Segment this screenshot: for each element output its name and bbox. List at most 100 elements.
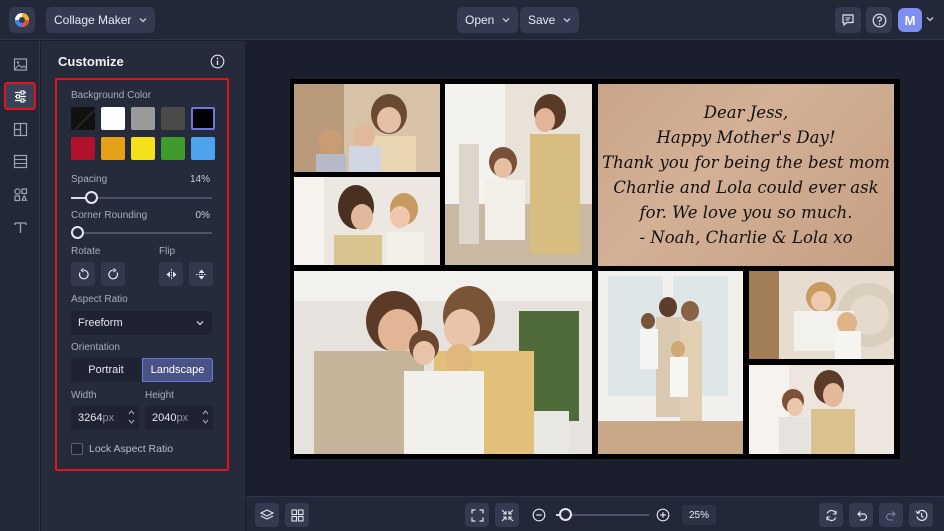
rail-customize-button[interactable] <box>4 82 36 110</box>
help-button[interactable] <box>866 7 892 33</box>
background-color-label: Background Color <box>71 90 152 101</box>
open-label: Open <box>465 13 495 27</box>
corner-slider-track[interactable] <box>71 232 212 234</box>
rail-graphics-button[interactable] <box>8 182 32 206</box>
landscape-button[interactable]: Landscape <box>142 358 213 382</box>
redo-icon <box>885 510 896 521</box>
height-input[interactable]: 2040 px <box>145 406 213 430</box>
rail-layouts-button[interactable] <box>8 117 32 141</box>
lock-aspect-label: Lock Aspect Ratio <box>89 443 174 455</box>
texture-icon <box>13 154 27 168</box>
color-swatch[interactable] <box>71 107 95 130</box>
collage-photo-6[interactable] <box>749 271 894 359</box>
message-note-text: Dear Jess, Happy Mother's Day! Thank you f… <box>602 100 890 250</box>
chevron-down-icon <box>196 321 204 326</box>
chevron-down-icon <box>502 18 510 23</box>
avatar-initial: M <box>904 12 916 28</box>
color-swatch[interactable] <box>161 107 185 130</box>
corner-slider-thumb[interactable] <box>71 226 84 239</box>
collage-photo-7[interactable] <box>749 365 894 454</box>
collage-photo-5[interactable] <box>598 271 743 454</box>
width-input[interactable]: 3264 px <box>71 406 139 430</box>
panel-title: Customize <box>58 54 124 69</box>
collage-photo-3[interactable] <box>445 84 592 265</box>
rotate-right-button[interactable] <box>101 262 125 286</box>
zoom-value[interactable]: 25% <box>682 505 716 525</box>
family-photo-image <box>749 365 894 454</box>
shapes-icon <box>13 187 27 201</box>
color-swatch[interactable] <box>101 107 125 130</box>
family-photo-image <box>598 271 743 454</box>
color-swatch[interactable] <box>191 137 215 160</box>
family-photo-image <box>749 271 894 359</box>
chevron-down-icon <box>563 18 571 23</box>
rail-photos-button[interactable] <box>8 52 32 76</box>
history-button[interactable] <box>909 503 933 527</box>
avatar[interactable]: M <box>898 8 922 32</box>
corner-rounding-label: Corner Rounding <box>71 210 148 221</box>
collage-photo-4[interactable] <box>294 271 592 454</box>
layers-button[interactable] <box>255 503 279 527</box>
grid-button[interactable] <box>285 503 309 527</box>
orientation-label: Orientation <box>71 342 120 353</box>
rotate-label: Rotate <box>71 246 101 257</box>
comments-button[interactable] <box>835 7 861 33</box>
chevron-up-icon[interactable] <box>202 409 209 416</box>
logo-icon <box>15 13 29 27</box>
zoom-in-icon[interactable] <box>656 508 670 522</box>
portrait-button[interactable]: Portrait <box>71 358 141 382</box>
save-button[interactable]: Save <box>520 7 580 33</box>
chevron-down-icon[interactable] <box>926 15 934 23</box>
undo-button[interactable] <box>849 503 873 527</box>
rotate-left-button[interactable] <box>71 262 95 286</box>
app-menu-button[interactable]: Collage Maker <box>46 7 156 33</box>
color-swatch[interactable] <box>101 137 125 160</box>
spacing-value: 14% <box>189 174 210 185</box>
color-swatch[interactable] <box>161 137 185 160</box>
layers-icon <box>260 509 274 520</box>
zoom-slider-thumb[interactable] <box>559 508 572 521</box>
color-swatch[interactable] <box>191 107 215 130</box>
chevron-down-icon[interactable] <box>128 418 135 425</box>
portrait-label: Portrait <box>88 364 124 376</box>
save-label: Save <box>528 13 556 27</box>
width-stepper[interactable] <box>128 409 135 425</box>
color-swatch[interactable] <box>131 137 155 160</box>
width-label: Width <box>71 390 97 401</box>
height-unit: px <box>176 412 189 424</box>
collage-photo-1[interactable] <box>294 84 440 172</box>
rail-backgrounds-button[interactable] <box>8 149 32 173</box>
height-label: Height <box>145 390 174 401</box>
note-line: Happy Mother's Day! <box>656 128 836 147</box>
color-swatch[interactable] <box>131 107 155 130</box>
family-photo-image <box>294 84 440 172</box>
rail-text-button[interactable] <box>8 215 32 239</box>
chevron-up-icon[interactable] <box>128 409 135 416</box>
top-bar: Collage Maker Open Save M <box>0 0 944 40</box>
refresh-button[interactable] <box>819 503 843 527</box>
collage-photo-2[interactable] <box>294 177 440 265</box>
spacing-label: Spacing <box>71 174 108 185</box>
flip-label: Flip <box>159 246 176 257</box>
rotate-right-icon <box>107 267 118 279</box>
open-button[interactable]: Open <box>457 7 519 33</box>
flip-vertical-button[interactable] <box>189 262 213 286</box>
help-icon <box>872 13 886 27</box>
text-icon <box>13 221 27 233</box>
height-stepper[interactable] <box>202 409 209 425</box>
spacing-slider-thumb[interactable] <box>84 191 98 204</box>
redo-button[interactable] <box>879 503 903 527</box>
shrink-button[interactable] <box>495 503 519 527</box>
chevron-down-icon[interactable] <box>202 418 209 425</box>
message-note[interactable]: Dear Jess, Happy Mother's Day! Thank you f… <box>598 84 894 266</box>
flip-horizontal-button[interactable] <box>159 262 183 286</box>
refresh-icon <box>825 509 837 521</box>
zoom-out-icon[interactable] <box>532 508 546 522</box>
color-swatch[interactable] <box>71 137 95 160</box>
aspect-ratio-select[interactable]: Freeform <box>71 311 212 335</box>
lock-aspect-checkbox[interactable] <box>71 443 83 455</box>
fit-screen-button[interactable] <box>465 503 489 527</box>
info-icon[interactable] <box>210 54 225 69</box>
expand-icon <box>470 508 484 522</box>
app-logo[interactable] <box>9 7 35 33</box>
